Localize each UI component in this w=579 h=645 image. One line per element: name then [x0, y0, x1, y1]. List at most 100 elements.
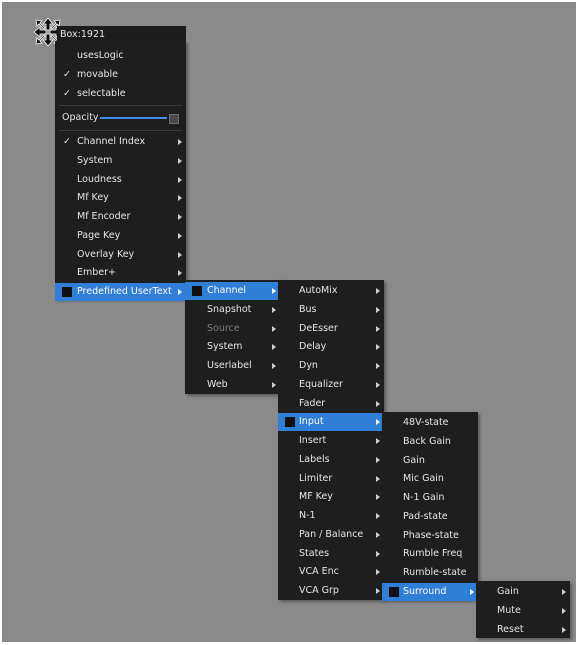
menu-item-label: States	[299, 547, 330, 559]
menu-item-equalizer[interactable]: Equalizer	[278, 376, 384, 394]
menu-item-label: Web	[207, 378, 228, 390]
menu-item-automix[interactable]: AutoMix	[278, 282, 384, 300]
menu-item-limiter[interactable]: Limiter	[278, 470, 384, 488]
menu-item-overlay-key[interactable]: Overlay Key	[55, 246, 186, 264]
menu-item-label: MF Key	[299, 491, 333, 503]
menu-item-label: Snapshot	[207, 303, 252, 315]
menu-item-n-1[interactable]: N-1	[278, 507, 384, 525]
menu-item-label: Mf Key	[77, 192, 109, 204]
menu-item-back-gain[interactable]: Back Gain	[382, 433, 478, 451]
menu-item-snapshot[interactable]: Snapshot	[185, 301, 280, 319]
opacity-label: Opacity	[62, 112, 99, 123]
menu-item-ember[interactable]: Ember+	[55, 264, 186, 282]
menu-item-label: Userlabel	[207, 360, 252, 371]
menu-item-mf-key[interactable]: Mf Key	[55, 189, 186, 207]
menu-item-label: Surround	[403, 585, 447, 597]
menu-item-vca-grp[interactable]: VCA Grp	[278, 582, 384, 600]
main-context-menu: usesLogic ✓ movable ✓ selectable Opacity ✓ Chan…	[55, 41, 186, 301]
submenu-arrow-icon	[272, 288, 276, 294]
menu-item-label: usesLogic	[77, 50, 124, 61]
menu-item-pad-state[interactable]: Pad-state	[382, 508, 478, 526]
menu-item-label: Input	[299, 416, 324, 428]
menu-item-dyn[interactable]: Dyn	[278, 357, 384, 375]
menu-item-label: System	[77, 154, 113, 166]
menu-item-label: Bus	[299, 303, 317, 315]
menu-item-states[interactable]: States	[278, 545, 384, 563]
opacity-slider-track[interactable]	[100, 117, 167, 119]
menu-item-label: Delay	[299, 341, 327, 353]
menu-item-selectable[interactable]: ✓ selectable	[55, 85, 186, 103]
menu-item-insert[interactable]: Insert	[278, 432, 384, 450]
menu-item-channel[interactable]: Channel	[185, 282, 280, 300]
submenu-arrow-icon	[562, 589, 566, 595]
submenu-arrow-icon	[376, 588, 380, 594]
menu-item-label: Fader	[299, 397, 326, 409]
menu-item-channel-index[interactable]: ✓ Channel Index	[55, 133, 186, 151]
menu-item-loudness[interactable]: Loudness	[55, 171, 186, 189]
menu-item-label: Gain	[403, 454, 425, 466]
menu-item-label: Mic Gain	[403, 473, 444, 485]
menu-item-movable[interactable]: ✓ movable	[55, 66, 186, 84]
submenu-arrow-icon	[178, 214, 182, 220]
submenu-arrow-icon	[272, 306, 276, 313]
surround-submenu: Gain Mute Reset	[476, 581, 570, 638]
menu-item-label: Mute	[497, 604, 521, 616]
menu-item-label: Back Gain	[403, 435, 451, 447]
menu-item-48v-state[interactable]: 48V-state	[382, 414, 478, 432]
menu-item-labels[interactable]: Labels	[278, 451, 384, 469]
menu-item-page-key[interactable]: Page Key	[55, 227, 186, 245]
menu-item-mf-encoder[interactable]: Mf Encoder	[55, 208, 186, 226]
menu-item-label: AutoMix	[299, 285, 338, 296]
menu-item-system[interactable]: System	[185, 338, 280, 356]
menu-separator	[59, 105, 182, 106]
menu-item-fader[interactable]: Fader	[278, 395, 384, 413]
menu-item-gain[interactable]: Gain	[382, 452, 478, 470]
menu-item-label: Predefined UserText	[77, 286, 172, 297]
menu-item-label: Channel Index	[77, 136, 146, 147]
menu-item-label: Dyn	[299, 360, 318, 371]
menu-item-delay[interactable]: Delay	[278, 338, 384, 356]
menu-item-reset[interactable]: Reset	[476, 621, 570, 639]
submenu-arrow-icon	[178, 195, 182, 202]
menu-item-mic-gain[interactable]: Mic Gain	[382, 470, 478, 488]
menu-item-mf-key[interactable]: MF Key	[278, 488, 384, 506]
menu-item-label: Insert	[299, 435, 327, 446]
menu-item-label: VCA Enc	[299, 566, 339, 578]
submenu-arrow-icon	[178, 270, 182, 277]
menu-item-mute[interactable]: Mute	[476, 602, 570, 620]
menu-item-n-1-gain[interactable]: N-1 Gain	[382, 489, 478, 507]
menu-item-vca-enc[interactable]: VCA Enc	[278, 563, 384, 581]
menu-item-system[interactable]: System	[55, 152, 186, 170]
menu-item-userlabel[interactable]: Userlabel	[185, 357, 280, 375]
submenu-arrow-icon	[178, 139, 182, 145]
menu-item-gain[interactable]: Gain	[476, 583, 570, 601]
submenu-arrow-icon	[376, 456, 380, 463]
submenu-arrow-icon	[376, 531, 380, 538]
submenu-arrow-icon	[178, 251, 182, 258]
menu-item-label: Phase-state	[403, 529, 459, 541]
menu-item-label: Channel	[207, 285, 247, 296]
item-icon-box	[62, 287, 72, 297]
checkmark-icon: ✓	[63, 69, 71, 80]
menu-item-predefined-usertext[interactable]: Predefined UserText	[55, 283, 186, 301]
menu-item-pan-balance[interactable]: Pan / Balance	[278, 526, 384, 544]
menu-item-web[interactable]: Web	[185, 376, 280, 394]
item-icon-box	[389, 586, 399, 597]
menu-item-input[interactable]: Input	[278, 413, 384, 432]
menu-item-rumble-freq[interactable]: Rumble Freq	[382, 545, 478, 563]
menu-item-label: Page Key	[77, 229, 121, 241]
menu-item-label: DeEsser	[299, 322, 338, 334]
submenu-arrow-icon	[376, 325, 380, 332]
checkmark-icon: ✓	[63, 88, 71, 99]
submenu-arrow-icon	[470, 588, 474, 595]
menu-item-bus[interactable]: Bus	[278, 301, 384, 319]
menu-item-phase-state[interactable]: Phase-state	[382, 527, 478, 545]
menu-item-useslogic[interactable]: usesLogic	[55, 47, 186, 65]
menu-item-label: Rumble Freq	[403, 548, 463, 560]
submenu-arrow-icon	[272, 344, 276, 351]
menu-item-surround[interactable]: Surround	[382, 582, 478, 601]
submenu-arrow-icon	[178, 157, 182, 164]
opacity-slider-handle[interactable]	[169, 114, 179, 124]
menu-item-deesser[interactable]: DeEsser	[278, 320, 384, 338]
menu-item-rumble-state[interactable]: Rumble-state	[382, 564, 478, 582]
